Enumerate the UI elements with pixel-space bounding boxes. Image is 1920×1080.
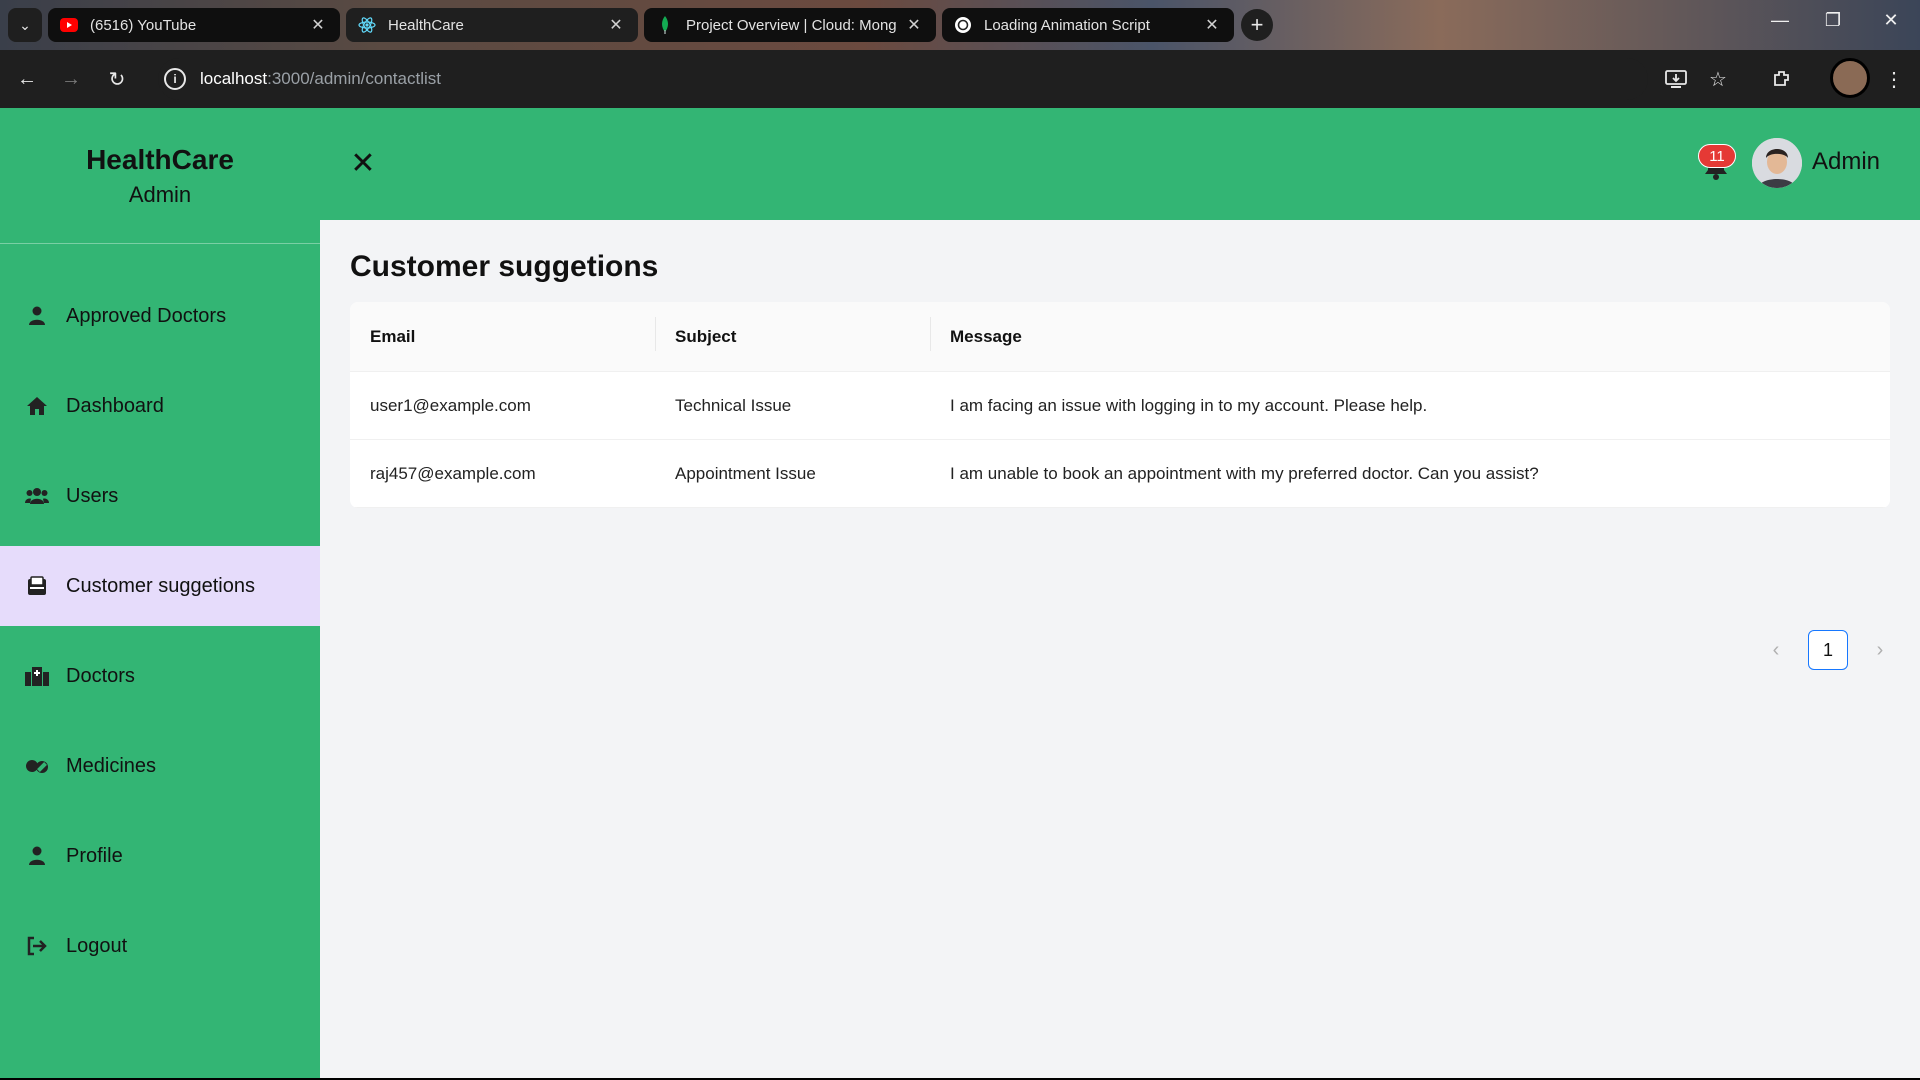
browser-tab-chatgpt[interactable]: Loading Animation Script ✕: [942, 8, 1234, 42]
tab-close-icon[interactable]: ✕: [606, 15, 626, 35]
youtube-icon: [60, 16, 78, 34]
back-icon[interactable]: ←: [12, 64, 42, 94]
sidebar-item-logout[interactable]: Logout: [0, 906, 320, 986]
new-tab-button[interactable]: +: [1241, 9, 1273, 41]
page-number: 1: [1822, 639, 1833, 660]
cell-email: user1@example.com: [370, 395, 531, 415]
cell-subject: Technical Issue: [675, 395, 792, 415]
tab-title: HealthCare: [388, 16, 464, 34]
extensions-icon[interactable]: [1768, 65, 1796, 93]
sidebar-item-users[interactable]: Users: [0, 456, 320, 536]
sidebar-item-dashboard[interactable]: Dashboard: [0, 366, 320, 446]
cell-message: I am facing an issue with logging in to …: [950, 395, 1428, 415]
column-header-email[interactable]: Email: [350, 327, 655, 347]
pills-icon: [24, 753, 50, 779]
suggestions-table: Email Subject Message user1@example.com …: [350, 302, 1890, 508]
sidebar-item-doctors[interactable]: Doctors: [0, 636, 320, 716]
chatgpt-icon: [954, 16, 972, 34]
table-header: Email Subject Message: [350, 302, 1890, 372]
site-info-icon[interactable]: i: [164, 68, 186, 90]
cell-subject: Appointment Issue: [675, 463, 816, 483]
tab-title: Project Overview | Cloud: Mong: [686, 16, 897, 34]
page-button-current[interactable]: 1: [1808, 630, 1848, 670]
browser-profile-avatar[interactable]: [1830, 58, 1870, 98]
tab-close-icon[interactable]: ✕: [308, 15, 328, 35]
sidebar-item-label: Customer suggetions: [66, 574, 255, 597]
sidebar-item-label: Profile: [66, 844, 123, 867]
inbox-icon: [24, 573, 50, 599]
plus-icon: +: [1250, 12, 1264, 37]
notification-badge: 11: [1698, 144, 1736, 168]
sidebar-item-label: Logout: [66, 934, 128, 957]
page-title: Customer suggetions: [350, 250, 659, 283]
install-app-icon[interactable]: [1662, 65, 1690, 93]
tab-search-button[interactable]: ⌄: [8, 8, 42, 42]
chevron-right-icon[interactable]: ›: [1870, 639, 1890, 662]
cell-email: raj457@example.com: [370, 463, 536, 483]
chevron-left-icon[interactable]: ‹: [1766, 639, 1786, 662]
pagination: ‹ 1 ›: [1766, 630, 1890, 670]
tab-close-icon[interactable]: ✕: [904, 15, 924, 35]
browser-tab-youtube[interactable]: (6516) YouTube ✕: [48, 8, 340, 42]
brand-role: Admin: [128, 182, 192, 207]
main-content: Customer suggetions Email Subject Messag…: [350, 250, 1890, 670]
react-icon: [358, 16, 376, 34]
reload-icon[interactable]: ↻: [102, 64, 132, 94]
users-icon: [24, 483, 50, 509]
browser-tab-mongodb[interactable]: Project Overview | Cloud: Mong ✕: [644, 8, 936, 42]
sidebar: HealthCare Admin Approved Doctors Dashbo…: [0, 108, 320, 1078]
bookmark-star-icon[interactable]: ☆: [1704, 65, 1732, 93]
hospital-icon: [24, 663, 50, 689]
tab-title: (6516) YouTube: [90, 16, 197, 34]
sidebar-item-label: Doctors: [66, 664, 135, 687]
cell-message: I am unable to book an appointment with …: [950, 463, 1539, 483]
app-root: HealthCare Admin Approved Doctors Dashbo…: [0, 108, 1920, 1078]
column-header-subject[interactable]: Subject: [655, 316, 930, 351]
tab-title: Loading Animation Script: [984, 16, 1150, 34]
brand: HealthCare Admin: [0, 108, 320, 244]
top-bar: ✕ 11 Admin: [320, 108, 1920, 220]
sidebar-item-label: Medicines: [66, 754, 157, 777]
user-icon: [24, 303, 50, 329]
sidebar-item-label: Users: [66, 484, 119, 507]
browser-toolbar: ← → ↻ i localhost:3000/admin/contactlist…: [0, 50, 1920, 108]
url-path: :3000/admin/contactlist: [267, 69, 441, 88]
sidebar-item-approved-doctors[interactable]: Approved Doctors: [0, 276, 320, 356]
restore-icon[interactable]: ❐: [1818, 10, 1848, 31]
address-bar[interactable]: i localhost:3000/admin/contactlist: [158, 58, 1648, 100]
sidebar-item-profile[interactable]: Profile: [0, 816, 320, 896]
tab-close-icon[interactable]: ✕: [1202, 15, 1222, 35]
user-name[interactable]: Admin: [1812, 148, 1880, 176]
mongodb-leaf-icon: [656, 16, 674, 34]
minimize-icon[interactable]: —: [1765, 10, 1795, 31]
close-icon: ✕: [350, 146, 376, 180]
close-sidebar-button[interactable]: ✕: [346, 146, 380, 180]
sidebar-item-label: Dashboard: [66, 394, 164, 417]
browser-tab-healthcare[interactable]: HealthCare ✕: [346, 8, 638, 42]
sidebar-menu: Approved Doctors Dashboard Users Custome…: [0, 276, 320, 996]
logout-icon: [24, 933, 50, 959]
table-row[interactable]: raj457@example.com Appointment Issue I a…: [350, 440, 1890, 508]
home-icon: [24, 393, 50, 419]
avatar[interactable]: [1752, 138, 1802, 188]
user-icon: [24, 843, 50, 869]
sidebar-item-customer-suggestions[interactable]: Customer suggetions: [0, 546, 320, 626]
forward-icon[interactable]: →: [56, 64, 86, 94]
table-row[interactable]: user1@example.com Technical Issue I am f…: [350, 372, 1890, 440]
browser-tab-strip: ⌄ (6516) YouTube ✕ HealthCare ✕ Project …: [0, 0, 1920, 50]
sidebar-item-label: Approved Doctors: [66, 304, 227, 327]
sidebar-item-medicines[interactable]: Medicines: [0, 726, 320, 806]
window-close-icon[interactable]: ✕: [1876, 10, 1906, 31]
brand-name: HealthCare: [86, 144, 234, 175]
url-host: localhost: [200, 69, 268, 88]
chevron-down-icon: ⌄: [19, 16, 31, 33]
column-header-message[interactable]: Message: [930, 316, 1890, 351]
kebab-menu-icon[interactable]: ⋮: [1880, 65, 1908, 93]
